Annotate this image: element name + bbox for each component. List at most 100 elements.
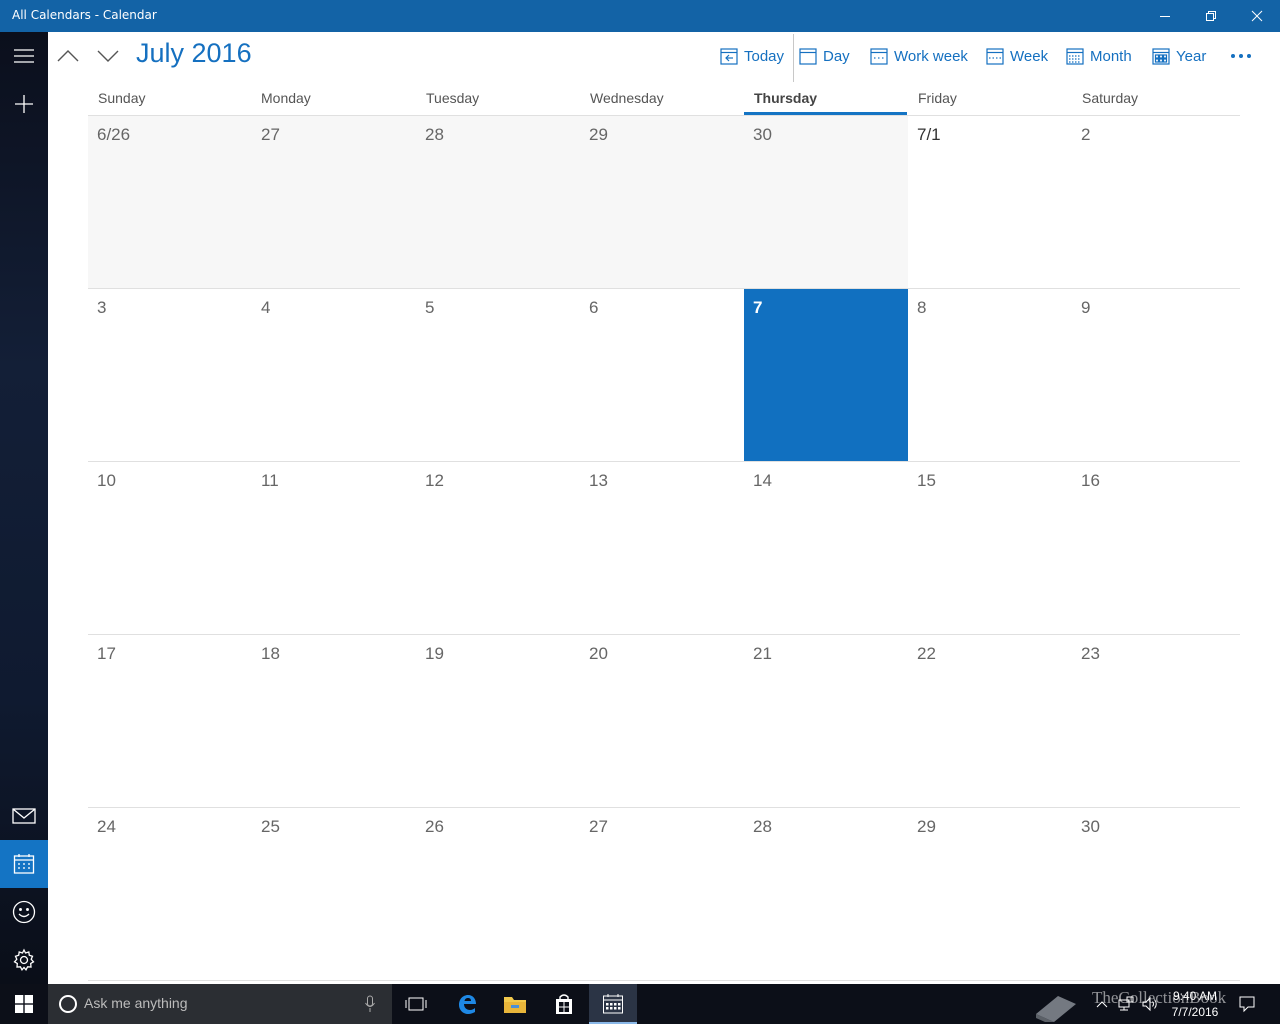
day-view-button[interactable]: Day xyxy=(799,40,850,72)
day-number: 22 xyxy=(917,644,936,663)
day-cell[interactable]: 4 xyxy=(252,288,416,461)
store-button[interactable] xyxy=(540,984,588,1024)
day-number: 10 xyxy=(97,471,116,490)
day-cell[interactable]: 29 xyxy=(580,115,744,288)
chevron-down-icon xyxy=(97,50,119,62)
month-title[interactable]: July 2016 xyxy=(136,38,252,69)
day-cell[interactable]: 29 xyxy=(908,807,1072,980)
day-cell[interactable]: 11 xyxy=(252,461,416,634)
menu-button[interactable] xyxy=(0,32,48,80)
navigation-rail xyxy=(0,32,48,984)
day-cell[interactable]: 16 xyxy=(1072,461,1240,634)
chevron-up-icon xyxy=(57,50,79,62)
action-center-icon xyxy=(1239,996,1255,1013)
day-cell[interactable]: 7/1 xyxy=(908,115,1072,288)
day-cell[interactable]: 20 xyxy=(580,634,744,807)
day-number: 30 xyxy=(1081,817,1100,836)
cortana-circle-icon xyxy=(59,995,77,1013)
microphone-icon[interactable] xyxy=(364,995,376,1013)
day-cell[interactable]: 13 xyxy=(580,461,744,634)
calendar-icon xyxy=(13,854,35,874)
day-cell[interactable]: 9 xyxy=(1072,288,1240,461)
day-number: 12 xyxy=(425,471,444,490)
day-cell[interactable]: 18 xyxy=(252,634,416,807)
calendar-button[interactable] xyxy=(0,840,48,888)
weekday-sunday: Sunday xyxy=(98,90,146,106)
day-cell[interactable]: 17 xyxy=(88,634,252,807)
work-week-view-button[interactable]: Work week xyxy=(870,40,968,72)
today-button[interactable]: Today xyxy=(720,40,784,72)
day-cell[interactable]: 6 xyxy=(580,288,744,461)
day-cell[interactable]: 7 xyxy=(744,288,908,461)
edge-button[interactable] xyxy=(443,984,491,1024)
day-number: 28 xyxy=(753,817,772,836)
day-number: 13 xyxy=(589,471,608,490)
day-cell[interactable]: 14 xyxy=(744,461,908,634)
more-ellipsis-icon xyxy=(1231,54,1251,58)
day-cell[interactable]: 25 xyxy=(252,807,416,980)
previous-month-button[interactable] xyxy=(52,40,84,72)
day-cell[interactable]: 19 xyxy=(416,634,580,807)
close-button[interactable] xyxy=(1234,0,1280,32)
day-cell[interactable]: 5 xyxy=(416,288,580,461)
minimize-icon xyxy=(1160,16,1170,17)
new-event-button[interactable] xyxy=(0,80,48,128)
day-cell[interactable]: 28 xyxy=(416,115,580,288)
today-label: Today xyxy=(744,47,785,65)
month-view-label: Month xyxy=(1090,47,1132,65)
day-cell[interactable]: 30 xyxy=(1072,807,1240,980)
minimize-button[interactable] xyxy=(1142,0,1188,32)
day-number: 23 xyxy=(1081,644,1100,663)
day-number: 21 xyxy=(753,644,772,663)
day-cell[interactable]: 23 xyxy=(1072,634,1240,807)
title-bar: All Calendars - Calendar xyxy=(0,0,1280,32)
day-number: 18 xyxy=(261,644,280,663)
mail-button[interactable] xyxy=(0,792,48,840)
day-cell[interactable]: 26 xyxy=(416,807,580,980)
year-view-button[interactable]: Year xyxy=(1152,40,1206,72)
file-explorer-button[interactable] xyxy=(491,984,539,1024)
people-button[interactable] xyxy=(0,888,48,936)
calendar-app-icon xyxy=(603,994,623,1014)
day-cell[interactable]: 22 xyxy=(908,634,1072,807)
day-cell[interactable]: 10 xyxy=(88,461,252,634)
next-month-button[interactable] xyxy=(92,40,124,72)
search-box[interactable]: Ask me anything xyxy=(48,984,392,1024)
day-view-icon xyxy=(799,48,817,65)
day-cell[interactable]: 27 xyxy=(580,807,744,980)
start-button[interactable] xyxy=(0,984,48,1024)
day-cell[interactable]: 24 xyxy=(88,807,252,980)
day-cell[interactable]: 2 xyxy=(1072,115,1240,288)
day-cell[interactable]: 6/26 xyxy=(88,115,252,288)
weekday-friday: Friday xyxy=(918,90,957,106)
day-number: 25 xyxy=(261,817,280,836)
tray-decoration xyxy=(1030,984,1082,1024)
settings-button[interactable] xyxy=(0,936,48,984)
restore-button[interactable] xyxy=(1188,0,1234,32)
day-cell[interactable]: 8 xyxy=(908,288,1072,461)
day-number: 16 xyxy=(1081,471,1100,490)
calendar-app-button[interactable] xyxy=(589,984,637,1024)
week-view-button[interactable]: Week xyxy=(986,40,1048,72)
month-view-button[interactable]: Month xyxy=(1066,40,1132,72)
day-cell[interactable]: 21 xyxy=(744,634,908,807)
task-view-button[interactable] xyxy=(392,984,440,1024)
action-center-button[interactable] xyxy=(1234,984,1260,1024)
day-cell[interactable]: 3 xyxy=(88,288,252,461)
day-cell[interactable]: 12 xyxy=(416,461,580,634)
day-number: 7 xyxy=(753,298,763,317)
day-number: 17 xyxy=(97,644,116,663)
day-cell[interactable]: 27 xyxy=(252,115,416,288)
day-cell[interactable]: 15 xyxy=(908,461,1072,634)
day-number: 11 xyxy=(261,471,279,490)
day-cell[interactable]: 28 xyxy=(744,807,908,980)
weekday-wednesday: Wednesday xyxy=(590,90,664,106)
day-number: 6/26 xyxy=(97,125,131,144)
window-title: All Calendars - Calendar xyxy=(12,8,157,22)
day-number: 14 xyxy=(753,471,772,490)
day-number: 26 xyxy=(425,817,444,836)
day-cell[interactable]: 30 xyxy=(744,115,908,288)
week-view-icon xyxy=(986,48,1004,65)
work-week-view-icon xyxy=(870,48,888,65)
more-button[interactable] xyxy=(1226,40,1256,72)
